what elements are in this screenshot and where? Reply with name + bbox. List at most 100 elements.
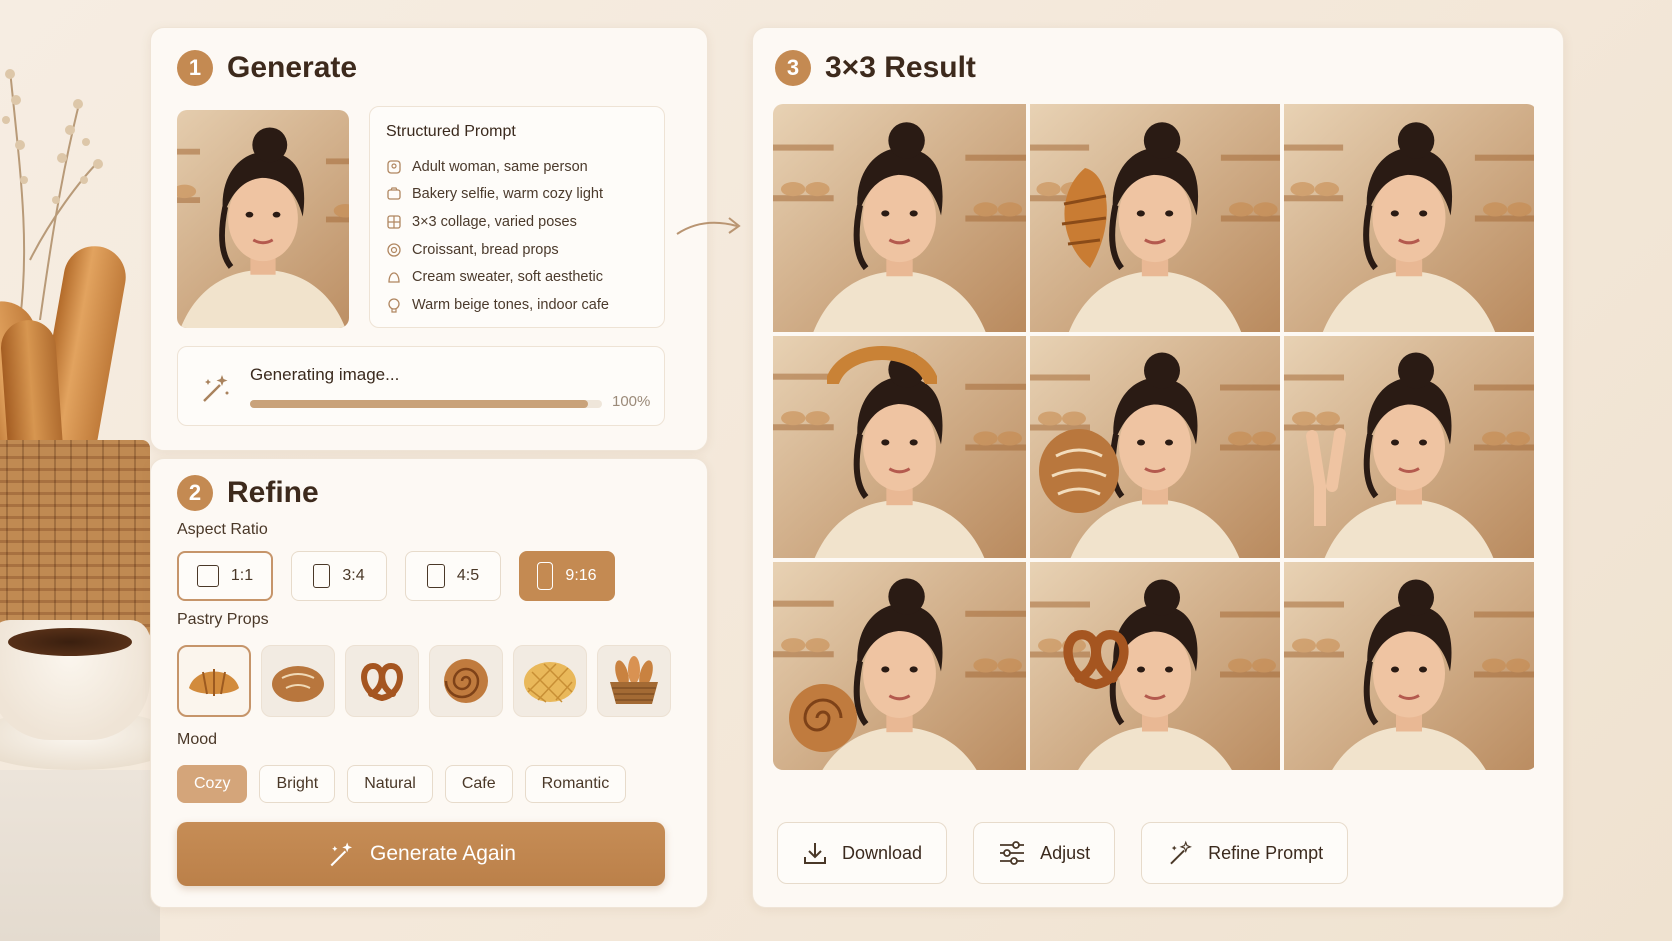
ratio-1-1-button[interactable]: 1:1	[177, 551, 273, 601]
result-image[interactable]	[773, 562, 1026, 770]
prompt-item-text: Bakery selfie, warm cozy light	[412, 186, 603, 203]
step-badge: 3	[775, 50, 811, 86]
refine-prompt-button[interactable]: Refine Prompt	[1141, 822, 1349, 884]
croissant-icon	[189, 669, 239, 696]
refine-header: 2 Refine	[177, 475, 319, 511]
ratio-label: 3:4	[342, 567, 365, 584]
download-button[interactable]: Download	[777, 822, 948, 884]
pretzel-prop[interactable]	[345, 645, 419, 717]
pastry-props-options	[177, 645, 671, 717]
result-card: 3 3×3 Result Download Adjust Refine Prom…	[752, 27, 1564, 908]
progress-bar	[250, 400, 602, 408]
adjust-label: Adjust	[1040, 842, 1091, 863]
prompt-item-text: Croissant, bread props	[412, 241, 559, 258]
result-collage-grid	[773, 104, 1537, 770]
result-image[interactable]	[1284, 336, 1534, 558]
magic-wand-icon	[1170, 840, 1193, 865]
result-title: 3×3 Result	[825, 51, 976, 84]
table-decor	[0, 770, 160, 941]
prompt-item: Cream sweater, soft aesthetic	[386, 263, 648, 291]
pretzel-icon	[361, 662, 403, 701]
aspect-ratio-label: Aspect Ratio	[177, 521, 268, 538]
magic-wand-icon	[330, 842, 353, 867]
palette-icon	[388, 298, 400, 313]
mood-natural-chip[interactable]: Natural	[347, 765, 433, 803]
progress-percent: 100%	[612, 393, 651, 410]
generate-card: 1 Generate Structured Prompt Adult woman…	[150, 27, 741, 451]
sliders-icon	[1000, 841, 1025, 865]
prompt-item-text: 3×3 collage, varied poses	[412, 213, 577, 230]
ratio-label: 1:1	[230, 567, 254, 584]
ratio-9-16-button[interactable]: 9:16	[519, 551, 615, 601]
mood-cozy-chip[interactable]: Cozy	[177, 765, 248, 803]
generation-progress: Generating image... 100%	[177, 346, 665, 426]
person-icon	[387, 160, 401, 174]
result-image[interactable]	[773, 104, 1026, 332]
mood-cafe-chip[interactable]: Cafe	[444, 765, 513, 803]
ratio-4-5-button[interactable]: 4:5	[405, 551, 501, 601]
prompt-item: Warm beige tones, indoor cafe	[386, 291, 648, 319]
refine-title: Refine	[227, 476, 319, 509]
melon-bun-icon	[524, 662, 576, 703]
pastry-props-label: Pastry Props	[177, 611, 269, 628]
ratio-label: 9:16	[565, 567, 597, 584]
prompt-item: Bakery selfie, warm cozy light	[386, 181, 648, 209]
step-badge: 1	[177, 50, 213, 86]
camera-icon	[387, 187, 401, 201]
round-loaf-icon	[272, 666, 324, 702]
result-image[interactable]	[1284, 562, 1534, 770]
prompt-item: Adult woman, same person	[386, 153, 648, 181]
cinnamon-roll-prop[interactable]	[429, 645, 503, 717]
cinnamon-roll-icon	[444, 659, 488, 703]
portrait-frame-icon	[313, 564, 331, 588]
progress-label: Generating image...	[250, 365, 400, 384]
sweater-icon	[388, 272, 400, 283]
download-label: Download	[842, 842, 923, 863]
generate-title: Generate	[227, 51, 358, 84]
magic-wand-icon	[203, 375, 229, 402]
result-image[interactable]	[1030, 336, 1280, 558]
phone-icon	[537, 562, 554, 590]
prompt-item-text: Warm beige tones, indoor cafe	[412, 296, 609, 313]
progress-fill	[250, 400, 588, 408]
bread-basket-prop[interactable]	[597, 645, 671, 717]
result-image[interactable]	[1284, 104, 1534, 332]
round-loaf-prop[interactable]	[261, 645, 335, 717]
croissant-prop[interactable]	[177, 645, 251, 717]
prompt-item-text: Adult woman, same person	[412, 158, 588, 175]
generate-again-button[interactable]: Generate Again	[177, 822, 665, 886]
coffee-cup-decor	[0, 620, 150, 740]
prompt-item: 3×3 collage, varied poses	[386, 208, 648, 236]
croissant-icon	[387, 242, 401, 257]
bread-basket-icon	[610, 656, 658, 704]
refine-prompt-label: Refine Prompt	[1208, 842, 1324, 863]
download-icon	[804, 843, 826, 864]
mood-label: Mood	[177, 731, 218, 748]
result-image[interactable]	[1030, 104, 1280, 332]
step-badge: 2	[177, 475, 213, 511]
melon-bun-prop[interactable]	[513, 645, 587, 717]
refine-card: 2 Refine Aspect Ratio 1:1 3:4 4:5 9:16 P…	[150, 458, 708, 908]
generate-header: 1 Generate	[177, 50, 357, 86]
reference-portrait[interactable]	[177, 110, 349, 328]
generate-again-label: Generate Again	[370, 842, 516, 865]
result-actions: Download Adjust Refine Prompt	[777, 822, 1349, 884]
portrait-frame-icon	[426, 564, 445, 588]
mood-bright-chip[interactable]: Bright	[259, 765, 336, 803]
structured-prompt-panel: Structured Prompt Adult woman, same pers…	[369, 106, 665, 328]
ratio-label: 4:5	[456, 567, 480, 584]
arrow-right-icon	[676, 217, 741, 235]
prompt-item: Croissant, bread props	[386, 236, 648, 264]
mood-options: Cozy Bright Natural Cafe Romantic	[177, 765, 627, 803]
prompt-title: Structured Prompt	[386, 123, 516, 140]
result-image[interactable]	[773, 336, 1026, 558]
ratio-3-4-button[interactable]: 3:4	[291, 551, 387, 601]
result-image[interactable]	[1030, 562, 1280, 770]
adjust-button[interactable]: Adjust	[973, 822, 1116, 884]
grid-icon	[387, 215, 401, 229]
mood-romantic-chip[interactable]: Romantic	[524, 765, 627, 803]
prompt-item-text: Cream sweater, soft aesthetic	[412, 269, 603, 286]
aspect-ratio-options: 1:1 3:4 4:5 9:16	[177, 551, 615, 601]
square-icon	[196, 565, 219, 587]
result-header: 3 3×3 Result	[775, 50, 976, 86]
